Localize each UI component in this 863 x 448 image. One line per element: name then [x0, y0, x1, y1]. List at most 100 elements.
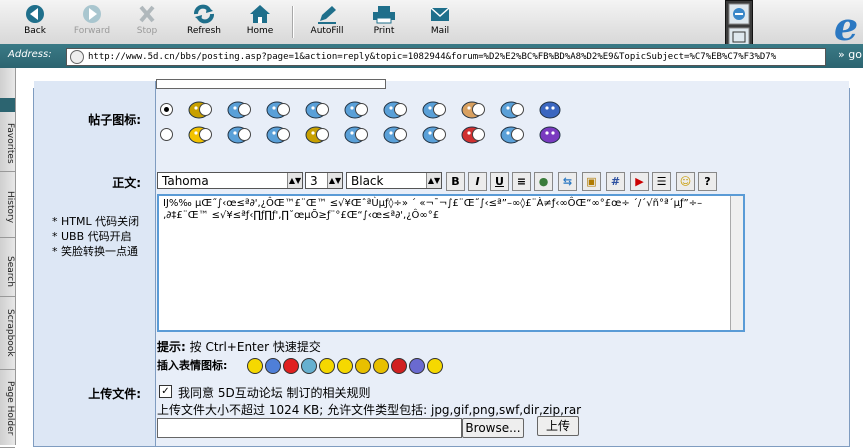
globe-link-icon[interactable]: ● [534, 172, 553, 191]
upload-button[interactable]: 上传 [537, 416, 579, 436]
file-path-input[interactable] [157, 418, 462, 438]
stop-label: Stop [136, 26, 158, 36]
emoticon-icon[interactable] [409, 358, 425, 374]
refresh-icon [194, 4, 214, 24]
mail-button[interactable]: Mail [410, 2, 470, 42]
agree-checkbox[interactable]: ✓ [159, 385, 172, 398]
emoticon-icon[interactable] [301, 358, 317, 374]
autofill-pen-icon [318, 6, 336, 24]
mail-label: Mail [430, 26, 450, 36]
italic-icon[interactable]: I [468, 172, 487, 191]
emoticon-icon[interactable] [427, 358, 443, 374]
font-family-select[interactable]: Tahoma ▲▼ [157, 172, 303, 189]
print-label: Print [373, 26, 395, 36]
smiley-icon[interactable]: ☺ [676, 172, 695, 191]
emoticon-icon[interactable] [247, 358, 263, 374]
hash-icon[interactable]: # [606, 172, 625, 191]
browse-button[interactable]: Browse... [462, 418, 524, 438]
post-icon-radio[interactable] [199, 128, 212, 141]
refresh-button[interactable]: Refresh [174, 2, 234, 42]
post-icon-radio[interactable] [277, 103, 290, 116]
help-icon[interactable]: ? [698, 172, 717, 191]
dropdown-arrow-icon: ▲▼ [426, 173, 441, 188]
image-icon[interactable]: ▣ [582, 172, 601, 191]
post-icon-radio[interactable] [511, 103, 524, 116]
post-icon-radio[interactable] [316, 103, 329, 116]
svg-text:e: e [834, 6, 858, 46]
align-center-icon[interactable]: ≡ [512, 172, 531, 191]
ie-logo-icon: e [834, 4, 863, 49]
post-icon-radio[interactable] [277, 128, 290, 141]
upload-label: 上传文件: [88, 387, 141, 401]
editor-options: * HTML 代码关闭 * UBB 代码开启 * 笑脸转换一点通 [52, 214, 139, 259]
font-size-select[interactable]: 3 ▲▼ [305, 172, 343, 189]
zhuan-badge-icon [539, 123, 561, 145]
home-label: Home [246, 26, 274, 36]
home-button[interactable]: Home [230, 2, 290, 42]
dropdown-arrow-icon: ▲▼ [327, 173, 342, 188]
post-icon-radio[interactable] [511, 128, 524, 141]
sidebar-toggle-icon[interactable] [0, 98, 15, 112]
stop-x-icon [139, 5, 155, 23]
font-color-select[interactable]: Black ▲▼ [346, 172, 442, 189]
autofill-label: AutoFill [310, 26, 344, 36]
html-option: * HTML 代码关闭 [52, 215, 140, 228]
emoticon-icon[interactable] [355, 358, 371, 374]
post-icon-radio[interactable] [238, 128, 251, 141]
print-button[interactable]: Print [354, 2, 414, 42]
textarea-scrollbar[interactable] [730, 196, 743, 330]
underline-icon[interactable]: U [490, 172, 509, 191]
back-button[interactable]: Back [5, 2, 65, 42]
emoticon-icon[interactable] [337, 358, 353, 374]
upload-row: 上传文件: ✓ 我同意 5D互动论坛 制订的相关规则 上传文件大小不超过 102… [34, 379, 849, 446]
sidebar-tab-page-holder[interactable]: Page Holder [0, 378, 15, 448]
post-icon-radio[interactable] [199, 103, 212, 116]
go-button[interactable]: » go [838, 48, 862, 61]
post-icon-radio[interactable] [472, 128, 485, 141]
go-label: go [848, 48, 862, 61]
sidebar-tab-history[interactable]: History [0, 188, 15, 238]
post-icon-radio[interactable] [238, 103, 251, 116]
post-icon-radio[interactable] [394, 103, 407, 116]
mail-envelope-icon [430, 7, 450, 21]
stop-button[interactable]: Stop [117, 2, 177, 42]
insert-icon[interactable]: ▶ [630, 172, 649, 191]
sidebar-tab-scrapbook[interactable]: Scrapbook [0, 306, 15, 370]
back-label: Back [24, 26, 46, 36]
back-arrow-icon [26, 5, 44, 23]
sidebar-tab-search[interactable]: Search [0, 253, 15, 297]
post-icon-radio[interactable] [355, 128, 368, 141]
sidebar-tab-favorites[interactable]: Favorites [0, 120, 15, 172]
post-icon-radio[interactable] [472, 103, 485, 116]
post-icon-radio[interactable] [433, 103, 446, 116]
post-icon-radio[interactable] [160, 128, 173, 141]
post-icon-options [156, 89, 849, 168]
emoticon-icon[interactable] [319, 358, 335, 374]
emoticon-icon[interactable] [265, 358, 281, 374]
emoticon-icon[interactable] [373, 358, 389, 374]
agree-text: 我同意 5D互动论坛 制订的相关规则 [178, 386, 371, 400]
url-input[interactable]: http://www.5d.cn/bbs/posting.asp?page=1&… [66, 48, 826, 66]
swap-icon[interactable]: ⇆ [558, 172, 577, 191]
post-icon-radio[interactable] [394, 128, 407, 141]
body-text: Ĳ%‰ µŒ˝∫‹œ≤ª∂',¿ÔŒ™£¨Œ™ ≤√¥ŒˆªÙµƒ◊÷» ´ «… [163, 198, 703, 221]
list-icon[interactable]: ☰ [652, 172, 671, 191]
refresh-label: Refresh [187, 26, 221, 36]
body-textarea[interactable]: Ĳ%‰ µŒ˝∫‹œ≤ª∂',¿ÔŒ™£¨Œ™ ≤√¥ŒˆªÙµƒ◊÷» ´ «… [157, 194, 745, 332]
browser-toolbar: Back Forward Stop Refresh Home AutoFill … [0, 0, 863, 56]
font-color-value: Black [351, 174, 384, 188]
subject-input[interactable] [156, 79, 386, 89]
smiley-option: * 笑脸转换一点通 [52, 245, 138, 258]
post-icon-radio[interactable] [433, 128, 446, 141]
post-icon-radio[interactable] [316, 128, 329, 141]
toolbar-separator [292, 6, 294, 38]
forward-button[interactable]: Forward [62, 2, 122, 42]
emoticon-icon[interactable] [391, 358, 407, 374]
address-bar: Address: http://www.5d.cn/bbs/posting.as… [0, 44, 863, 68]
emoticon-icon[interactable] [283, 358, 299, 374]
bold-icon[interactable]: B [446, 172, 465, 191]
autofill-button[interactable]: AutoFill [297, 2, 357, 42]
post-icon-radio[interactable] [160, 103, 173, 116]
post-icon-radio[interactable] [355, 103, 368, 116]
font-family-value: Tahoma [162, 174, 209, 188]
